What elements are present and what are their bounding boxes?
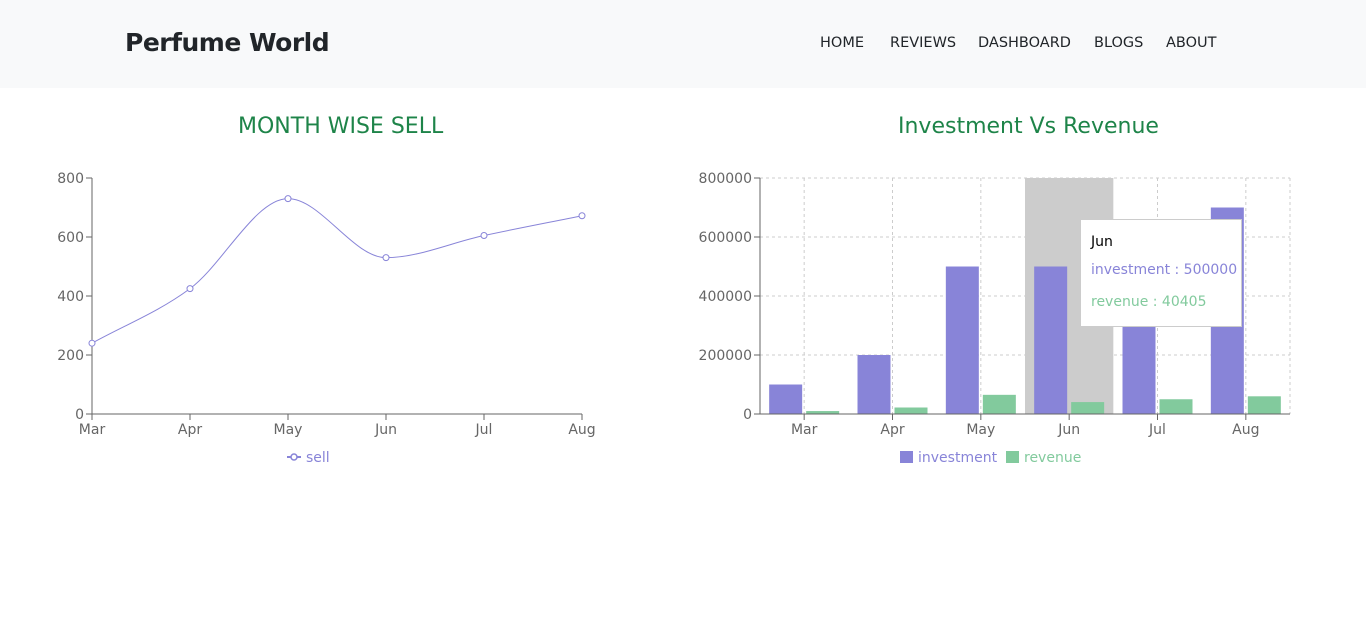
y-tick-label: 800: [57, 171, 84, 187]
bar-chart: 0 200000 400000 600000 800000 Mar Apr May Jun Jul…: [699, 171, 1291, 466]
legend-sell-label: sell: [306, 450, 330, 466]
y-tick-label: 0: [75, 407, 84, 423]
nav-dashboard[interactable]: DASHBOARD: [978, 35, 1071, 51]
navbar: Perfume World HOME REVIEWS DASHBOARD BLO…: [0, 0, 1366, 88]
revenue-bar: [982, 394, 1016, 414]
legend-investment-label: investment: [918, 450, 998, 466]
nav-blogs[interactable]: BLOGS: [1094, 35, 1143, 51]
sell-point: [382, 254, 390, 262]
brand-logo[interactable]: Perfume World: [125, 28, 330, 57]
nav-reviews[interactable]: REVIEWS: [890, 35, 956, 51]
x-tick-label: Mar: [79, 422, 106, 438]
sell-point: [186, 285, 194, 293]
tooltip-revenue: revenue : 40405: [1091, 294, 1207, 310]
y-tick-label: 0: [743, 407, 752, 423]
x-tick-label: Aug: [1232, 422, 1259, 438]
x-tick-label: May: [966, 422, 995, 438]
line-chart-title: MONTH WISE SELL: [238, 114, 444, 139]
x-tick-label: Jul: [475, 422, 493, 438]
x-tick-label: Apr: [880, 422, 904, 438]
revenue-bar: [1159, 399, 1193, 414]
investment-bar: [1034, 266, 1068, 414]
tooltip-label: Jun: [1091, 234, 1113, 250]
y-tick-label: 400000: [699, 289, 752, 305]
sell-point: [284, 195, 292, 203]
x-tick-label: Aug: [568, 422, 595, 438]
investment-bar: [945, 266, 979, 414]
y-tick-label: 800000: [699, 171, 752, 187]
nav-about[interactable]: ABOUT: [1166, 35, 1217, 51]
revenue-bar: [1247, 396, 1281, 414]
x-tick-label: Apr: [178, 422, 202, 438]
legend-revenue-swatch: [1006, 451, 1019, 463]
revenue-bar: [1071, 402, 1105, 414]
x-tick-label: Jun: [374, 422, 397, 438]
investment-bar: [857, 355, 891, 414]
x-tick-label: May: [274, 422, 303, 438]
sell-point: [578, 212, 586, 220]
investment-bar: [769, 384, 803, 414]
nav-home[interactable]: HOME: [820, 35, 864, 51]
y-tick-label: 200000: [699, 348, 752, 364]
y-tick-label: 600000: [699, 230, 752, 246]
revenue-bar: [894, 407, 928, 414]
x-tick-label: Mar: [791, 422, 818, 438]
tooltip-investment: investment : 500000: [1091, 262, 1238, 278]
sell-line: [91, 198, 583, 344]
x-tick-label: Jul: [1148, 422, 1166, 438]
line-chart: 0 200 400 600 800 Mar Apr May Jun Jul Aug sell: [57, 171, 595, 466]
y-tick-label: 400: [57, 289, 84, 305]
y-tick-label: 600: [57, 230, 84, 246]
legend-investment-swatch: [900, 451, 913, 463]
chart-tooltip: Jun investment : 500000 revenue : 40405: [1080, 219, 1242, 327]
x-tick-label: Jun: [1057, 422, 1080, 438]
sell-point: [480, 232, 488, 240]
legend-sell-marker: [290, 453, 298, 461]
legend-revenue-label: revenue: [1024, 450, 1081, 466]
y-tick-label: 200: [57, 348, 84, 364]
sell-point: [88, 339, 96, 347]
bar-chart-title: Investment Vs Revenue: [898, 114, 1159, 139]
